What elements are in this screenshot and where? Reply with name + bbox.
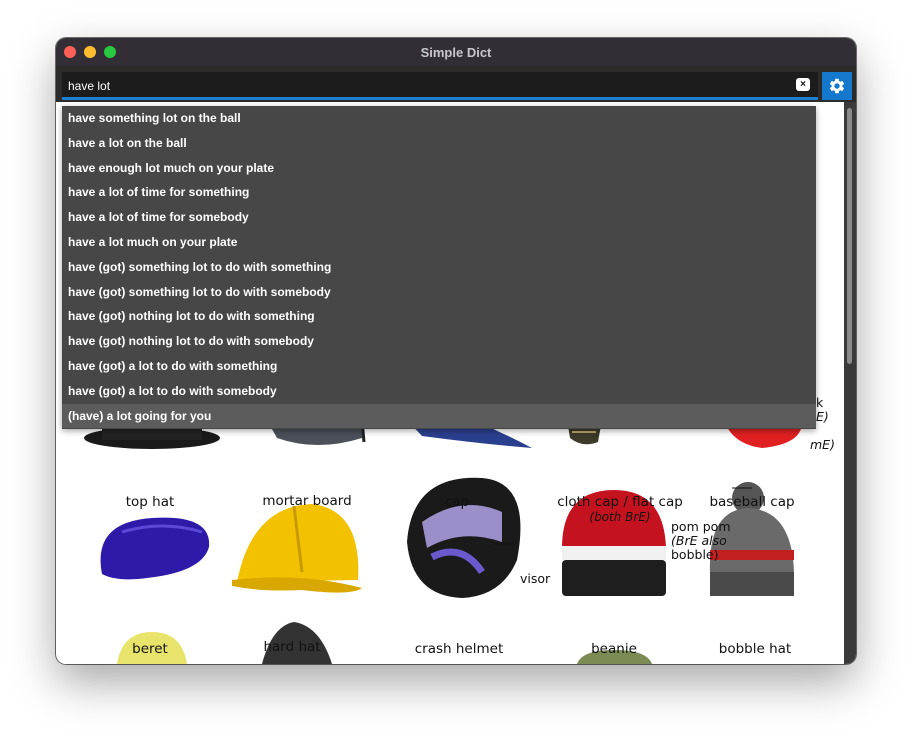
suggestion-item[interactable]: have enough lot much on your plate — [62, 156, 816, 181]
pom-pom-note-2: bobble) — [671, 547, 719, 562]
suggestion-item[interactable]: have a lot of time for somebody — [62, 205, 816, 230]
suggestion-item[interactable]: have (got) a lot to do with something — [62, 354, 816, 379]
caption-baseball-cap: baseball cap — [709, 494, 795, 510]
partial-label-2: E) — [816, 409, 829, 424]
visor-label: visor — [520, 571, 551, 586]
suggestion-item[interactable]: have a lot much on your plate — [62, 230, 816, 255]
caption-cloth-cap: cloth cap / flat cap — [557, 494, 683, 510]
suggestion-item[interactable]: have (got) something lot to do with some… — [62, 280, 816, 305]
gear-icon — [829, 78, 845, 94]
suggestion-item[interactable]: have a lot on the ball — [62, 131, 816, 156]
settings-button[interactable] — [822, 72, 852, 100]
suggestion-item[interactable]: have (got) nothing lot to do with someth… — [62, 304, 816, 329]
search-box: × — [62, 72, 818, 100]
content-scrollbar[interactable] — [844, 102, 856, 664]
beret-image — [100, 517, 210, 580]
partial-label-1: k — [816, 395, 824, 410]
suggestion-item[interactable]: (have) a lot going for you — [62, 403, 816, 429]
window-title: Simple Dict — [420, 45, 492, 60]
close-icon: × — [800, 79, 806, 90]
search-input[interactable] — [62, 72, 782, 97]
hard-hat-image — [232, 504, 362, 593]
caption-beret: beret — [132, 641, 168, 657]
suggestion-item[interactable]: have a lot of time for something — [62, 180, 816, 205]
caption-cap: cap — [444, 494, 470, 510]
suggestion-item[interactable]: have (got) a lot to do with somebody — [62, 379, 816, 404]
caption-mortar-board: mortar board — [262, 493, 352, 509]
caption-bobble-hat: bobble hat — [718, 641, 792, 657]
clear-search-button[interactable]: × — [796, 78, 810, 91]
toolbar: × — [56, 66, 856, 102]
title-bar: Simple Dict — [56, 38, 856, 66]
caption-crash-helmet: crash helmet — [414, 641, 504, 657]
app-window: Simple Dict × — [56, 38, 856, 664]
pom-pom-label: pom pom — [671, 519, 731, 534]
suggestion-item[interactable]: have something lot on the ball — [62, 106, 816, 131]
suggestion-item[interactable]: have (got) something lot to do with some… — [62, 255, 816, 280]
scrollbar-thumb[interactable] — [847, 108, 852, 364]
caption-top-hat: top hat — [125, 494, 175, 510]
caption-hard-hat: hard hat — [263, 639, 321, 655]
caption-cloth-cap-note: (both BrE) — [589, 510, 651, 524]
partial-label-3: mE) — [810, 437, 835, 452]
pom-pom-note-1: (BrE also — [671, 533, 727, 548]
caption-beanie: beanie — [591, 641, 637, 657]
suggestions-dropdown: have something lot on the ball have a lo… — [62, 106, 816, 429]
suggestion-item[interactable]: have (got) nothing lot to do with somebo… — [62, 329, 816, 354]
